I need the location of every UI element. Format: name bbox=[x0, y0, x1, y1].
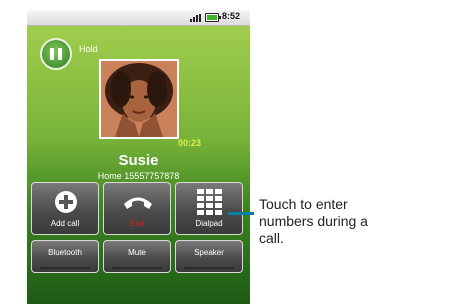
add-call-button[interactable]: Add call bbox=[31, 182, 99, 235]
contact-number: Home 15557757878 bbox=[97, 171, 180, 181]
call-timer: 00:23 bbox=[178, 138, 202, 148]
add-call-label: Add call bbox=[50, 219, 80, 228]
in-call-screen: Hold 00:23 Susie Home 15557757878 Add ca… bbox=[27, 26, 250, 304]
bluetooth-label: Bluetooth bbox=[48, 248, 82, 257]
callout-line bbox=[228, 212, 254, 215]
bluetooth-button[interactable]: Bluetooth bbox=[31, 240, 99, 273]
status-bar: 8:52 bbox=[27, 10, 250, 26]
mute-button[interactable]: Mute bbox=[103, 240, 171, 273]
phone-hangup-icon bbox=[122, 193, 154, 213]
hold-button[interactable] bbox=[40, 38, 72, 70]
contact-photo bbox=[99, 59, 179, 139]
dialpad-icon bbox=[197, 189, 223, 217]
end-call-button[interactable]: End bbox=[103, 182, 171, 235]
phone-screen: 8:52 Hold 00:23 Susie Home 15557757878 A… bbox=[27, 10, 250, 304]
speaker-indicator bbox=[184, 267, 234, 269]
mute-label: Mute bbox=[128, 248, 146, 257]
plus-icon bbox=[54, 190, 78, 216]
speaker-label: Speaker bbox=[194, 248, 224, 257]
end-label: End bbox=[129, 219, 145, 228]
contact-name: Susie bbox=[118, 152, 159, 169]
dialpad-label: Dialpad bbox=[195, 219, 223, 228]
callout-text: Touch to enter numbers during a call. bbox=[259, 196, 368, 246]
battery-icon bbox=[205, 13, 221, 22]
dialpad-button[interactable]: Dialpad bbox=[175, 182, 243, 235]
speaker-button[interactable]: Speaker bbox=[175, 240, 243, 273]
status-time: 8:52 bbox=[222, 11, 241, 21]
bluetooth-indicator bbox=[40, 267, 90, 269]
mute-indicator bbox=[112, 267, 162, 269]
signal-icon bbox=[190, 14, 204, 22]
hold-label: Hold bbox=[79, 44, 98, 54]
